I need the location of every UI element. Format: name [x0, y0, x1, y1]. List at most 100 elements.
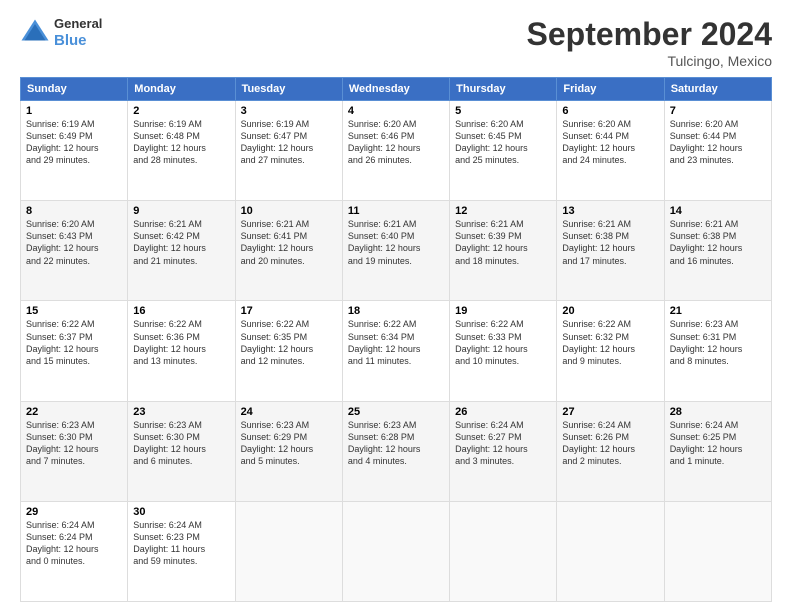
day-cell: 10Sunrise: 6:21 AMSunset: 6:41 PMDayligh… [235, 201, 342, 301]
day-info: Sunrise: 6:19 AMSunset: 6:48 PMDaylight:… [133, 118, 229, 167]
day-cell: 22Sunrise: 6:23 AMSunset: 6:30 PMDayligh… [21, 401, 128, 501]
day-info: Sunrise: 6:22 AMSunset: 6:35 PMDaylight:… [241, 318, 337, 367]
week-row-3: 15Sunrise: 6:22 AMSunset: 6:37 PMDayligh… [21, 301, 772, 401]
day-info: Sunrise: 6:21 AMSunset: 6:38 PMDaylight:… [670, 218, 766, 267]
weekday-header-row: SundayMondayTuesdayWednesdayThursdayFrid… [21, 78, 772, 101]
day-cell: 23Sunrise: 6:23 AMSunset: 6:30 PMDayligh… [128, 401, 235, 501]
day-info: Sunrise: 6:23 AMSunset: 6:28 PMDaylight:… [348, 419, 444, 468]
day-cell: 1Sunrise: 6:19 AMSunset: 6:49 PMDaylight… [21, 101, 128, 201]
day-info: Sunrise: 6:21 AMSunset: 6:39 PMDaylight:… [455, 218, 551, 267]
day-info: Sunrise: 6:19 AMSunset: 6:49 PMDaylight:… [26, 118, 122, 167]
day-cell [342, 501, 449, 601]
day-cell: 19Sunrise: 6:22 AMSunset: 6:33 PMDayligh… [450, 301, 557, 401]
day-number: 16 [133, 305, 229, 317]
day-number: 3 [241, 105, 337, 117]
day-cell: 9Sunrise: 6:21 AMSunset: 6:42 PMDaylight… [128, 201, 235, 301]
day-info: Sunrise: 6:21 AMSunset: 6:38 PMDaylight:… [562, 218, 658, 267]
day-number: 14 [670, 205, 766, 217]
day-number: 29 [26, 506, 122, 518]
day-number: 20 [562, 305, 658, 317]
logo-icon [20, 18, 50, 48]
day-number: 15 [26, 305, 122, 317]
day-cell: 28Sunrise: 6:24 AMSunset: 6:25 PMDayligh… [664, 401, 771, 501]
day-cell: 13Sunrise: 6:21 AMSunset: 6:38 PMDayligh… [557, 201, 664, 301]
logo-text: General Blue [54, 16, 102, 50]
day-number: 7 [670, 105, 766, 117]
day-cell: 25Sunrise: 6:23 AMSunset: 6:28 PMDayligh… [342, 401, 449, 501]
day-cell: 24Sunrise: 6:23 AMSunset: 6:29 PMDayligh… [235, 401, 342, 501]
day-number: 30 [133, 506, 229, 518]
day-number: 21 [670, 305, 766, 317]
week-row-2: 8Sunrise: 6:20 AMSunset: 6:43 PMDaylight… [21, 201, 772, 301]
day-number: 8 [26, 205, 122, 217]
week-row-5: 29Sunrise: 6:24 AMSunset: 6:24 PMDayligh… [21, 501, 772, 601]
day-info: Sunrise: 6:20 AMSunset: 6:43 PMDaylight:… [26, 218, 122, 267]
day-cell: 14Sunrise: 6:21 AMSunset: 6:38 PMDayligh… [664, 201, 771, 301]
day-cell: 12Sunrise: 6:21 AMSunset: 6:39 PMDayligh… [450, 201, 557, 301]
day-info: Sunrise: 6:19 AMSunset: 6:47 PMDaylight:… [241, 118, 337, 167]
day-info: Sunrise: 6:24 AMSunset: 6:26 PMDaylight:… [562, 419, 658, 468]
day-number: 5 [455, 105, 551, 117]
day-number: 23 [133, 406, 229, 418]
day-info: Sunrise: 6:23 AMSunset: 6:30 PMDaylight:… [26, 419, 122, 468]
day-number: 2 [133, 105, 229, 117]
day-info: Sunrise: 6:24 AMSunset: 6:23 PMDaylight:… [133, 519, 229, 568]
day-info: Sunrise: 6:22 AMSunset: 6:36 PMDaylight:… [133, 318, 229, 367]
day-cell: 5Sunrise: 6:20 AMSunset: 6:45 PMDaylight… [450, 101, 557, 201]
day-info: Sunrise: 6:21 AMSunset: 6:42 PMDaylight:… [133, 218, 229, 267]
day-cell: 7Sunrise: 6:20 AMSunset: 6:44 PMDaylight… [664, 101, 771, 201]
weekday-header-friday: Friday [557, 78, 664, 101]
weekday-header-monday: Monday [128, 78, 235, 101]
weekday-header-thursday: Thursday [450, 78, 557, 101]
day-info: Sunrise: 6:20 AMSunset: 6:44 PMDaylight:… [670, 118, 766, 167]
page: General Blue September 2024 Tulcingo, Me… [0, 0, 792, 612]
day-info: Sunrise: 6:21 AMSunset: 6:40 PMDaylight:… [348, 218, 444, 267]
day-number: 6 [562, 105, 658, 117]
day-cell: 27Sunrise: 6:24 AMSunset: 6:26 PMDayligh… [557, 401, 664, 501]
logo-line2: Blue [54, 32, 102, 50]
day-number: 11 [348, 205, 444, 217]
week-row-1: 1Sunrise: 6:19 AMSunset: 6:49 PMDaylight… [21, 101, 772, 201]
day-info: Sunrise: 6:22 AMSunset: 6:37 PMDaylight:… [26, 318, 122, 367]
day-cell: 4Sunrise: 6:20 AMSunset: 6:46 PMDaylight… [342, 101, 449, 201]
day-info: Sunrise: 6:21 AMSunset: 6:41 PMDaylight:… [241, 218, 337, 267]
day-number: 4 [348, 105, 444, 117]
day-info: Sunrise: 6:22 AMSunset: 6:33 PMDaylight:… [455, 318, 551, 367]
day-number: 25 [348, 406, 444, 418]
day-cell: 15Sunrise: 6:22 AMSunset: 6:37 PMDayligh… [21, 301, 128, 401]
weekday-header-sunday: Sunday [21, 78, 128, 101]
day-info: Sunrise: 6:23 AMSunset: 6:31 PMDaylight:… [670, 318, 766, 367]
logo: General Blue [20, 16, 102, 50]
day-cell [450, 501, 557, 601]
day-number: 28 [670, 406, 766, 418]
day-number: 24 [241, 406, 337, 418]
day-cell: 2Sunrise: 6:19 AMSunset: 6:48 PMDaylight… [128, 101, 235, 201]
day-number: 27 [562, 406, 658, 418]
day-number: 17 [241, 305, 337, 317]
day-number: 1 [26, 105, 122, 117]
month-title: September 2024 [527, 16, 772, 53]
day-info: Sunrise: 6:22 AMSunset: 6:34 PMDaylight:… [348, 318, 444, 367]
day-cell: 20Sunrise: 6:22 AMSunset: 6:32 PMDayligh… [557, 301, 664, 401]
calendar-table: SundayMondayTuesdayWednesdayThursdayFrid… [20, 77, 772, 602]
day-number: 18 [348, 305, 444, 317]
day-info: Sunrise: 6:24 AMSunset: 6:27 PMDaylight:… [455, 419, 551, 468]
weekday-header-wednesday: Wednesday [342, 78, 449, 101]
day-info: Sunrise: 6:20 AMSunset: 6:45 PMDaylight:… [455, 118, 551, 167]
weekday-header-saturday: Saturday [664, 78, 771, 101]
day-cell: 30Sunrise: 6:24 AMSunset: 6:23 PMDayligh… [128, 501, 235, 601]
day-cell: 17Sunrise: 6:22 AMSunset: 6:35 PMDayligh… [235, 301, 342, 401]
title-block: September 2024 Tulcingo, Mexico [527, 16, 772, 69]
header: General Blue September 2024 Tulcingo, Me… [20, 16, 772, 69]
location-title: Tulcingo, Mexico [527, 53, 772, 69]
day-cell: 11Sunrise: 6:21 AMSunset: 6:40 PMDayligh… [342, 201, 449, 301]
day-cell: 21Sunrise: 6:23 AMSunset: 6:31 PMDayligh… [664, 301, 771, 401]
day-number: 26 [455, 406, 551, 418]
day-info: Sunrise: 6:23 AMSunset: 6:29 PMDaylight:… [241, 419, 337, 468]
day-cell: 26Sunrise: 6:24 AMSunset: 6:27 PMDayligh… [450, 401, 557, 501]
weekday-header-tuesday: Tuesday [235, 78, 342, 101]
day-info: Sunrise: 6:20 AMSunset: 6:46 PMDaylight:… [348, 118, 444, 167]
calendar-body: 1Sunrise: 6:19 AMSunset: 6:49 PMDaylight… [21, 101, 772, 602]
day-cell [557, 501, 664, 601]
day-cell: 3Sunrise: 6:19 AMSunset: 6:47 PMDaylight… [235, 101, 342, 201]
